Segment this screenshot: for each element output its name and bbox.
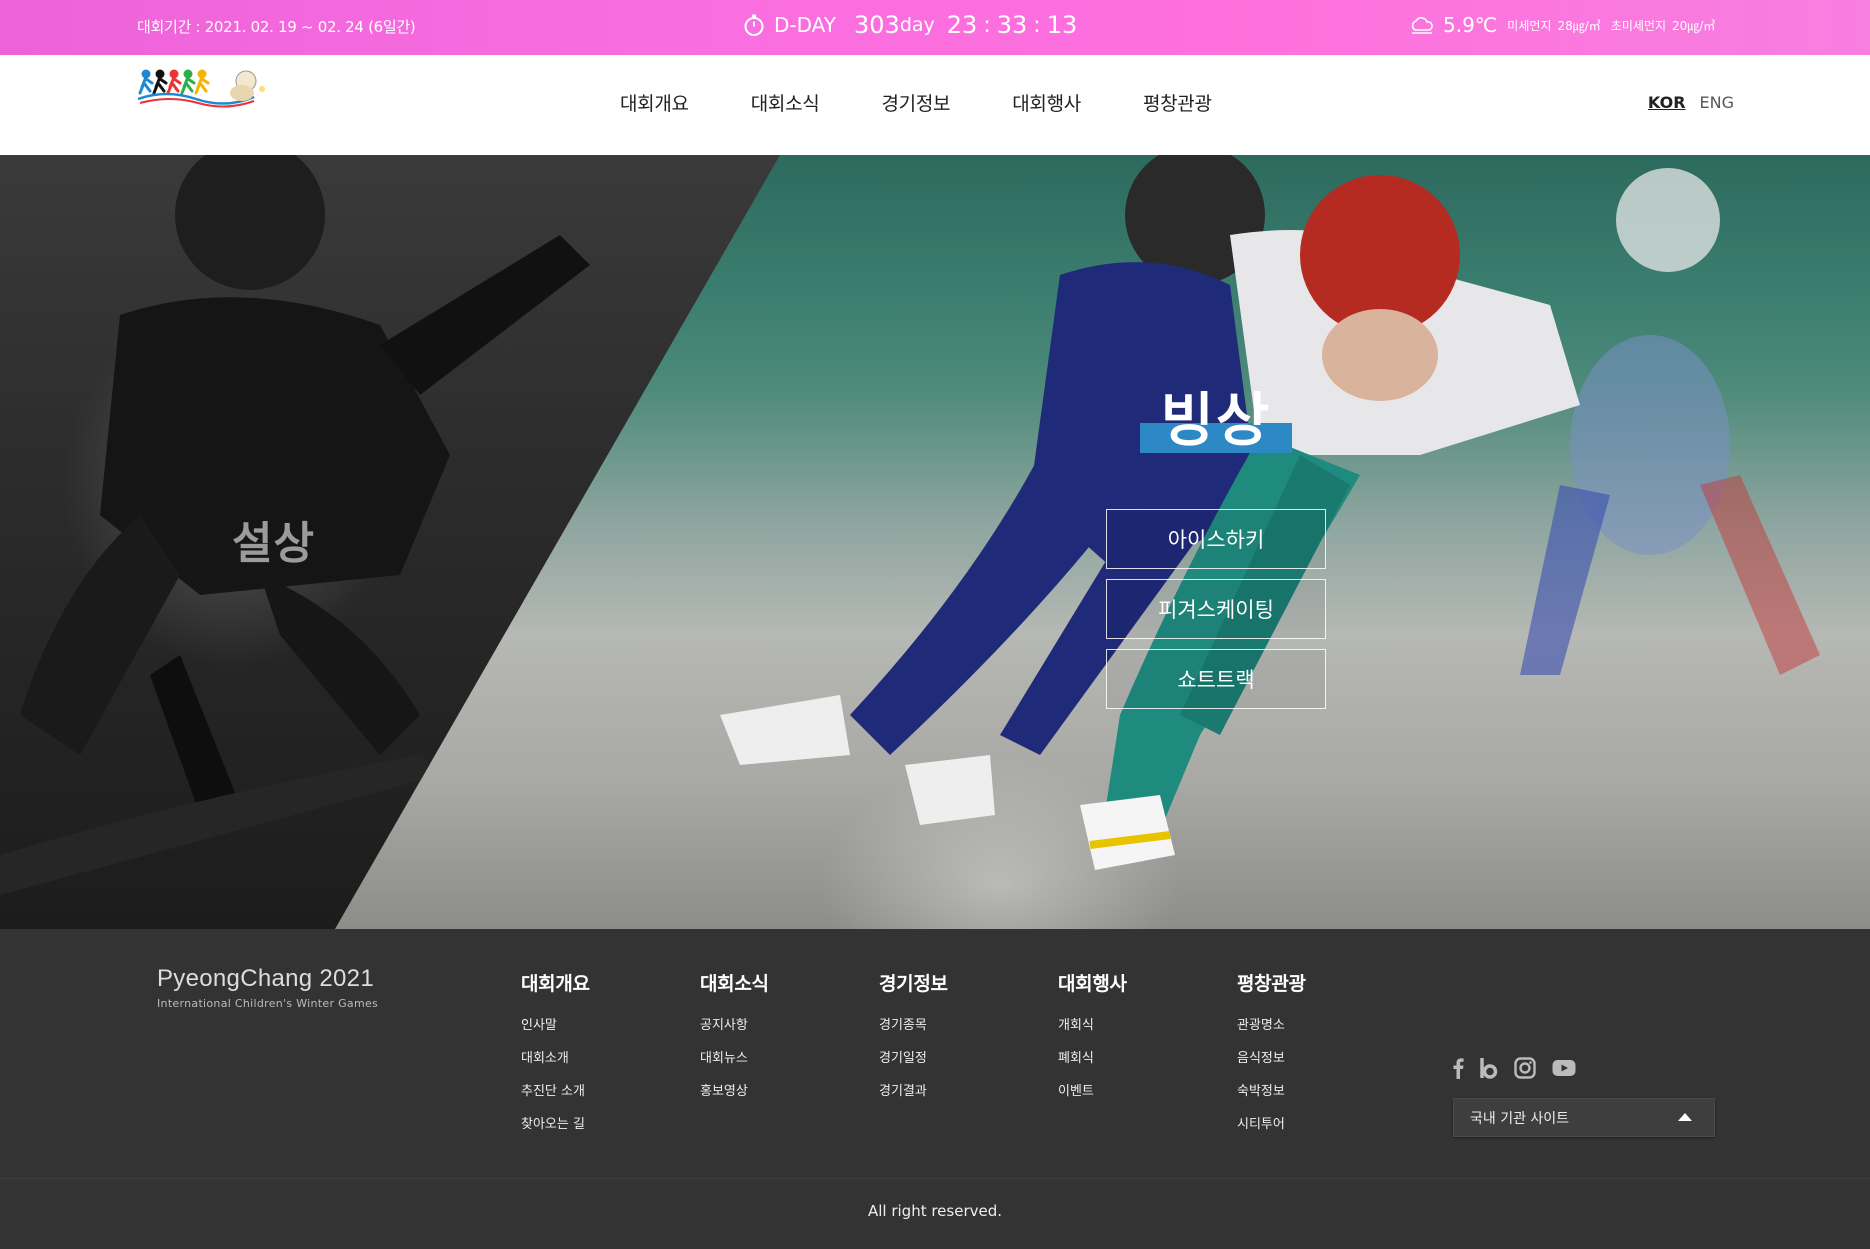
footer-link[interactable]: 개회식	[1058, 1014, 1127, 1033]
dday-label: D-DAY	[774, 13, 837, 37]
copyright-text: All right reserved.	[867, 1202, 1003, 1220]
ice-sports-label: 빙상	[1160, 386, 1272, 454]
footer-brand: PyeongChang 2021 International Children'…	[157, 965, 378, 1010]
footer-link[interactable]: 찾아오는 길	[521, 1113, 590, 1132]
footer-link[interactable]: 이벤트	[1058, 1080, 1127, 1099]
footer-link[interactable]: 대회소개	[521, 1047, 590, 1066]
footer-link[interactable]: 폐회식	[1058, 1047, 1127, 1066]
nav-item-news[interactable]: 대회소식	[751, 89, 820, 116]
footer-link[interactable]: 홍보영상	[700, 1080, 769, 1099]
footer-col-head[interactable]: 경기정보	[879, 969, 948, 996]
footer-link[interactable]: 음식정보	[1237, 1047, 1306, 1066]
footer-col-head[interactable]: 대회행사	[1058, 969, 1127, 996]
dday-seconds: 13	[1046, 11, 1078, 39]
footer-col-game-info: 경기정보 경기종목 경기일정 경기결과	[879, 969, 948, 1113]
footer-link[interactable]: 관광명소	[1237, 1014, 1306, 1033]
snow-sports-label[interactable]: 설상	[232, 507, 315, 571]
dday-hours: 23	[946, 11, 978, 39]
footer-link[interactable]: 대회뉴스	[700, 1047, 769, 1066]
footer-col-overview: 대회개요 인사말 대회소개 추진단 소개 찾아오는 길	[521, 969, 590, 1146]
weather-info: 5.9℃ 미세먼지 28㎍/㎥ 초미세먼지 20㎍/㎥	[1409, 10, 1725, 40]
footer-col-news: 대회소식 공지사항 대회뉴스 홍보영상	[700, 969, 769, 1113]
dday-days: 303	[854, 11, 900, 39]
facebook-icon[interactable]	[1452, 1057, 1464, 1079]
related-sites-label: 국내 기관 사이트	[1470, 1110, 1570, 1127]
footer-link[interactable]: 시티투어	[1237, 1113, 1306, 1132]
time-separator: :	[1033, 12, 1041, 38]
footer-brand-name: PyeongChang 2021	[157, 965, 374, 992]
site-footer: PyeongChang 2021 International Children'…	[0, 929, 1870, 1249]
temperature: 5.9℃	[1443, 13, 1498, 37]
footer-col-events: 대회행사 개회식 폐회식 이벤트	[1058, 969, 1127, 1113]
nav-item-overview[interactable]: 대회개요	[620, 89, 689, 116]
dday-days-unit: day	[899, 14, 935, 36]
youtube-icon[interactable]	[1552, 1059, 1576, 1077]
ultrafine-dust-label: 초미세먼지	[1610, 18, 1666, 33]
nav-item-game-info[interactable]: 경기정보	[881, 89, 950, 116]
social-links	[1452, 1057, 1592, 1079]
lang-kor-link[interactable]: KOR	[1648, 93, 1686, 112]
language-switch: KOR ENG	[1648, 93, 1734, 112]
blog-icon[interactable]	[1480, 1057, 1498, 1079]
footer-link[interactable]: 경기결과	[879, 1080, 948, 1099]
footer-col-head[interactable]: 평창관광	[1237, 969, 1306, 996]
dday-countdown: D-DAY 303 day 23 : 33 : 13	[742, 8, 1077, 42]
site-logo[interactable]	[136, 67, 292, 143]
related-sites-select[interactable]: 국내 기관 사이트	[1453, 1098, 1715, 1137]
ice-sports-title: 빙상	[1140, 381, 1292, 454]
footer-link[interactable]: 경기일정	[879, 1047, 948, 1066]
footer-col-head[interactable]: 대회소식	[700, 969, 769, 996]
time-separator: :	[983, 12, 991, 38]
dday-minutes: 33	[996, 11, 1028, 39]
hero-section: 설상 빙상 아이스하키 피겨스케이팅 쇼트트랙	[0, 155, 1870, 929]
cloud-icon	[1411, 17, 1433, 34]
footer-brand-sub: International Children's Winter Games	[157, 997, 379, 1010]
main-nav: 대회개요 대회소식 경기정보 대회행사 평창관광	[620, 89, 1274, 116]
footer-link[interactable]: 추진단 소개	[521, 1080, 590, 1099]
footer-divider	[0, 1178, 1870, 1179]
stopwatch-icon	[744, 14, 764, 36]
footer-link[interactable]: 경기종목	[879, 1014, 948, 1033]
footer-link[interactable]: 공지사항	[700, 1014, 769, 1033]
footer-link[interactable]: 숙박정보	[1237, 1080, 1306, 1099]
figure-skating-button[interactable]: 피겨스케이팅	[1106, 579, 1326, 639]
ultrafine-dust-value: 20㎍/㎥	[1671, 18, 1716, 33]
nav-item-tourism[interactable]: 평창관광	[1143, 89, 1212, 116]
top-info-bar: 대회기간 : 2021. 02. 19 ~ 02. 24 (6일간) D-DAY…	[0, 0, 1870, 55]
short-track-button[interactable]: 쇼트트랙	[1106, 649, 1326, 709]
lang-eng-link[interactable]: ENG	[1700, 93, 1734, 112]
footer-col-head[interactable]: 대회개요	[521, 969, 590, 996]
footer-link[interactable]: 인사말	[521, 1014, 590, 1033]
nav-item-events[interactable]: 대회행사	[1012, 89, 1081, 116]
ice-hockey-button[interactable]: 아이스하키	[1106, 509, 1326, 569]
instagram-icon[interactable]	[1514, 1057, 1536, 1079]
logo-graphic	[137, 69, 265, 108]
ice-sports-list: 아이스하키 피겨스케이팅 쇼트트랙	[1106, 509, 1326, 719]
fine-dust-value: 28㎍/㎥	[1557, 18, 1601, 33]
caret-up-icon	[1678, 1113, 1692, 1121]
fine-dust-label: 미세먼지	[1507, 18, 1552, 33]
event-period: 대회기간 : 2021. 02. 19 ~ 02. 24 (6일간)	[137, 18, 416, 36]
site-header: 대회개요 대회소식 경기정보 대회행사 평창관광 KOR ENG	[0, 55, 1870, 155]
footer-col-tourism: 평창관광 관광명소 음식정보 숙박정보 시티투어	[1237, 969, 1306, 1146]
